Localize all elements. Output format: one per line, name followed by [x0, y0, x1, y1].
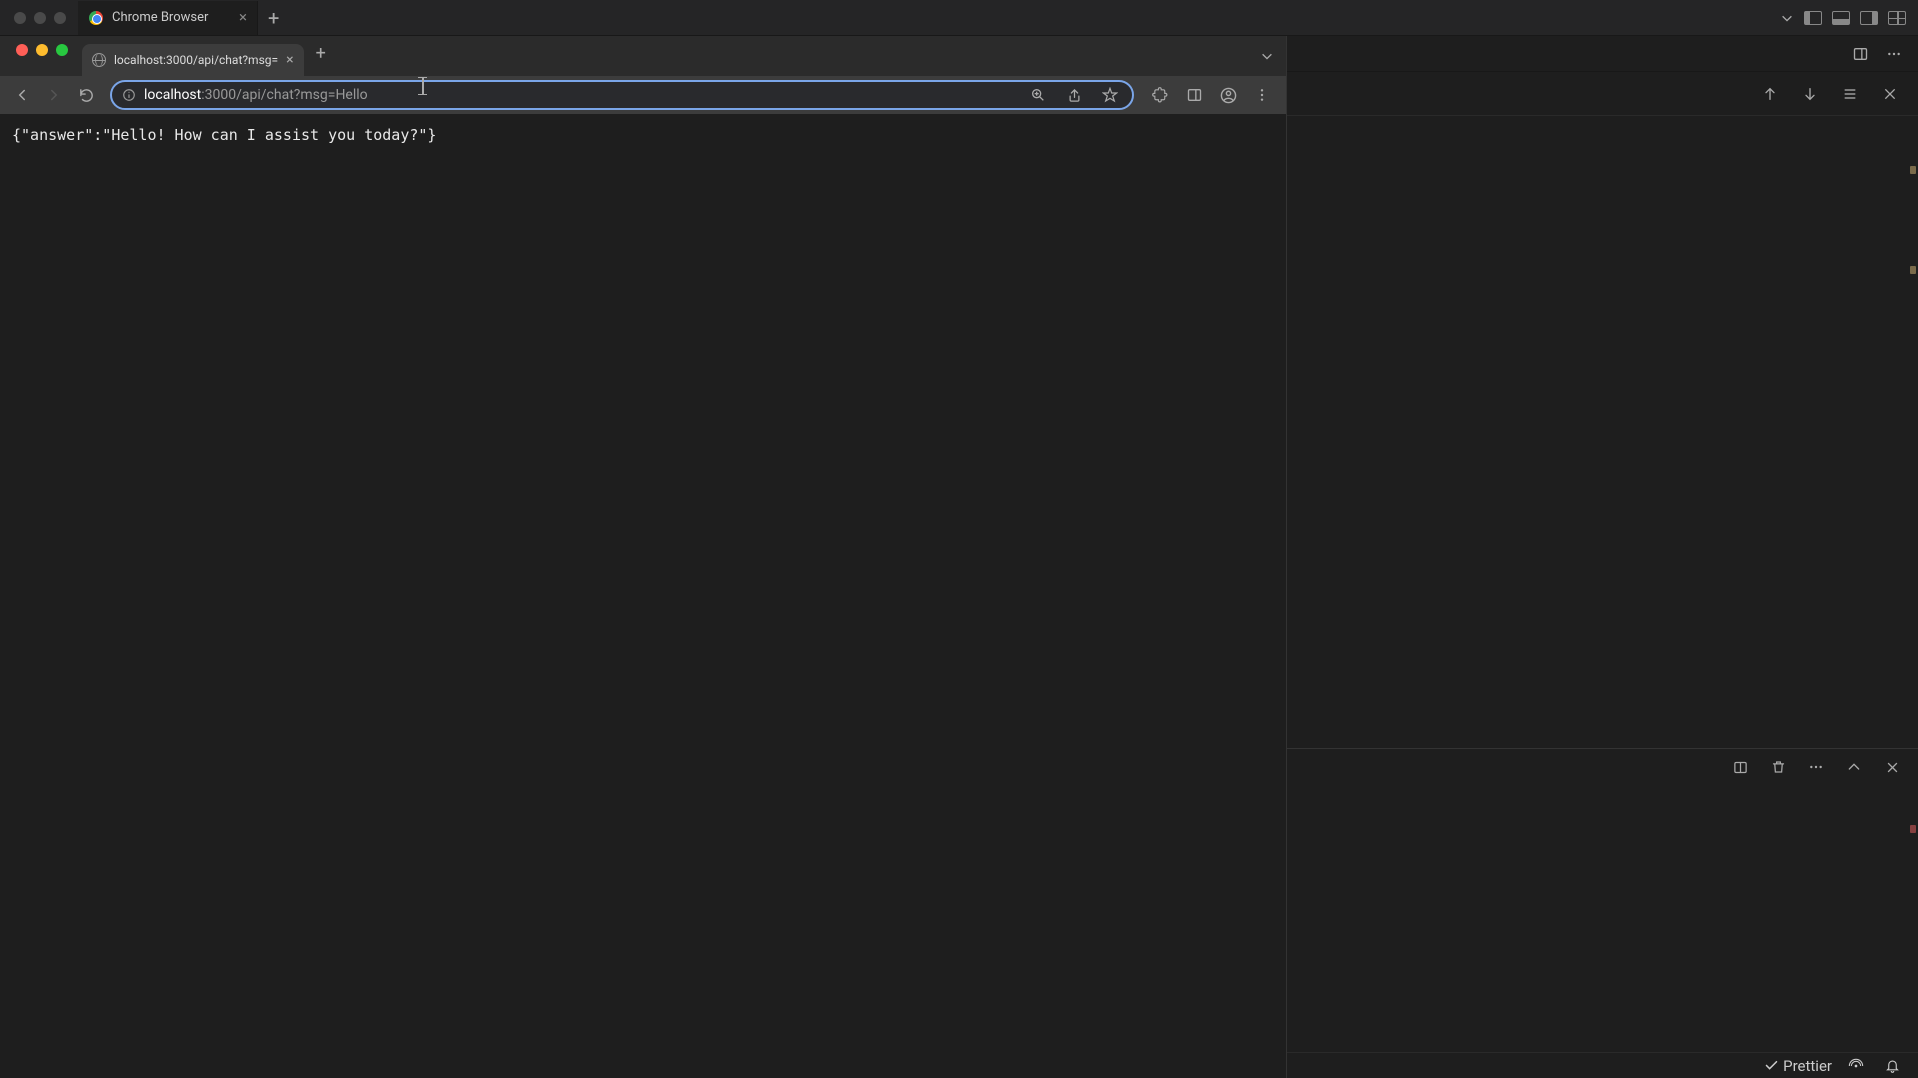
share-icon[interactable] — [1062, 83, 1086, 107]
prettier-status[interactable]: Prettier — [1764, 1057, 1832, 1075]
extensions-icon[interactable] — [1148, 83, 1172, 107]
site-info-icon[interactable] — [122, 88, 136, 102]
split-panel-icon[interactable] — [1728, 755, 1752, 779]
outer-content-split: localhost:3000/api/chat?msg= × + — [0, 36, 1918, 1078]
minimize-dot-inactive[interactable] — [34, 12, 46, 24]
tab-dropdown-outer[interactable] — [1780, 11, 1794, 25]
address-bar[interactable]: localhost:3000/api/chat?msg=Hello — [110, 80, 1134, 110]
chrome-icon — [88, 10, 104, 26]
close-dot-inactive[interactable] — [14, 12, 26, 24]
outer-tab-chrome[interactable]: Chrome Browser × — [78, 1, 258, 35]
chrome-tab-active[interactable]: localhost:3000/api/chat?msg= × — [82, 44, 304, 76]
panel-toggle-icon[interactable] — [1848, 42, 1872, 66]
vscode-window: Chrome Browser × + — [0, 0, 1918, 1078]
right-sidebar-panel: Prettier — [1286, 36, 1918, 1078]
traffic-lights-chrome — [8, 44, 82, 68]
bell-icon[interactable] — [1880, 1054, 1904, 1078]
chrome-content-area: {"answer":"Hello! How can I assist you t… — [0, 114, 1286, 1078]
broadcast-icon[interactable] — [1844, 1054, 1868, 1078]
bottom-panel-body — [1287, 785, 1918, 1052]
window-maximize-button[interactable] — [56, 44, 68, 56]
bottom-panel: Prettier — [1287, 748, 1918, 1078]
chrome-tab-close-icon[interactable]: × — [286, 52, 293, 68]
search-action-row — [1287, 72, 1918, 116]
layout-grid-icon[interactable] — [1888, 11, 1906, 25]
maximize-dot-inactive[interactable] — [54, 12, 66, 24]
chrome-panel: localhost:3000/api/chat?msg= × + — [0, 36, 1286, 1078]
reload-button[interactable] — [72, 81, 100, 109]
layout-icons-group — [1804, 11, 1906, 25]
globe-icon — [92, 53, 106, 67]
zoom-icon[interactable] — [1026, 83, 1050, 107]
traffic-lights-outer — [8, 12, 78, 24]
more-horizontal-icon[interactable] — [1804, 755, 1828, 779]
sidebar-body — [1287, 116, 1918, 748]
minimap-marker-icon — [1910, 266, 1916, 274]
chrome-new-tab-button[interactable]: + — [304, 43, 338, 70]
url-path: :3000/api/chat?msg=Hello — [201, 87, 367, 103]
chrome-tab-list-button[interactable] — [1260, 49, 1286, 63]
chrome-tab-strip: localhost:3000/api/chat?msg= × + — [0, 36, 1286, 76]
list-icon[interactable] — [1838, 82, 1862, 106]
url-text: localhost:3000/api/chat?msg=Hello — [144, 87, 368, 103]
layout-right-icon[interactable] — [1860, 11, 1878, 25]
url-host: localhost — [144, 87, 201, 103]
layout-left-icon[interactable] — [1804, 11, 1822, 25]
layout-bottom-icon[interactable] — [1832, 11, 1850, 25]
back-button[interactable] — [8, 81, 36, 109]
outer-tab-close-icon[interactable]: × — [239, 10, 247, 25]
profile-icon[interactable] — [1216, 83, 1240, 107]
sidepanel-icon[interactable] — [1182, 83, 1206, 107]
more-options-icon[interactable] — [1882, 42, 1906, 66]
outer-tab-bar: Chrome Browser × + — [0, 0, 1918, 36]
window-minimize-button[interactable] — [36, 44, 48, 56]
prettier-label: Prettier — [1783, 1057, 1832, 1075]
forward-button[interactable] — [40, 81, 68, 109]
window-close-button[interactable] — [16, 44, 28, 56]
chevron-up-icon[interactable] — [1842, 755, 1866, 779]
chrome-toolbar-right — [1144, 83, 1278, 107]
outer-tab-title: Chrome Browser — [112, 10, 208, 25]
status-bar: Prettier — [1287, 1052, 1918, 1078]
chrome-tab-title: localhost:3000/api/chat?msg= — [114, 53, 278, 67]
minimap-marker-icon — [1910, 166, 1916, 174]
prev-result-icon[interactable] — [1758, 82, 1782, 106]
bookmark-icon[interactable] — [1098, 83, 1122, 107]
text-cursor-icon — [372, 85, 384, 105]
bottom-panel-bar — [1287, 749, 1918, 785]
new-tab-button-outer[interactable]: + — [258, 8, 289, 28]
close-search-icon[interactable] — [1878, 82, 1902, 106]
omnibox-right-icons — [1026, 83, 1122, 107]
menu-icon[interactable] — [1250, 83, 1274, 107]
right-sidebar-topbar — [1287, 36, 1918, 72]
next-result-icon[interactable] — [1798, 82, 1822, 106]
error-marker-icon — [1910, 825, 1916, 833]
close-panel-icon[interactable] — [1880, 755, 1904, 779]
trash-icon[interactable] — [1766, 755, 1790, 779]
chrome-toolbar: localhost:3000/api/chat?msg=Hello — [0, 76, 1286, 114]
response-json-text: {"answer":"Hello! How can I assist you t… — [12, 126, 1274, 144]
